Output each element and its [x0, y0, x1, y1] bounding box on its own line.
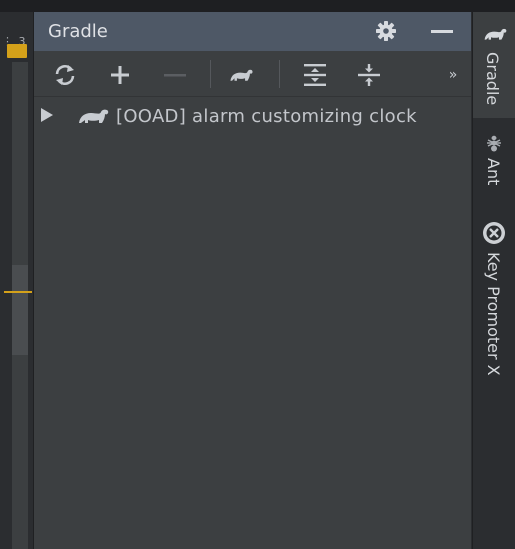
elephant-icon [79, 109, 109, 123]
warning-marker[interactable] [7, 44, 27, 58]
minus-icon [164, 74, 186, 77]
ant-icon [487, 135, 501, 152]
expand-all-button[interactable] [302, 62, 328, 88]
toolbar-separator [210, 60, 211, 88]
plus-icon [111, 66, 129, 84]
gear-icon [376, 21, 396, 41]
tab-gradle[interactable]: Gradle [473, 12, 515, 118]
top-bar [0, 0, 515, 12]
collapse-all-button[interactable] [356, 62, 382, 88]
tree-item-project[interactable]: [OOAD] alarm customizing clock [34, 104, 471, 128]
key-promoter-icon [483, 222, 505, 244]
panel-title: Gradle [48, 21, 108, 42]
settings-button[interactable] [374, 19, 398, 43]
elephant-icon [230, 69, 253, 81]
collapse-all-icon [358, 64, 380, 86]
right-tool-strip: Gradle Ant Key Promoter X [472, 12, 515, 549]
toolbar-separator [279, 60, 280, 88]
reload-all-gradle-projects-button[interactable] [52, 62, 78, 88]
tab-key-promoter-x-label: Key Promoter X [484, 252, 503, 376]
execute-gradle-task-button[interactable] [228, 62, 254, 88]
refresh-icon [55, 65, 75, 85]
chevron-double-right-icon: » [448, 67, 458, 83]
gradle-projects-tree: [OOAD] alarm customizing clock [34, 98, 471, 549]
panel-header: Gradle [34, 12, 471, 51]
tree-item-label: [OOAD] alarm customizing clock [116, 106, 417, 127]
expand-arrow-icon[interactable] [40, 108, 54, 122]
tab-ant-label: Ant [484, 158, 503, 186]
ide-window: ⋮ 3 Gradle » [OOAD] alarm customizing cl… [0, 0, 515, 549]
tab-key-promoter-x[interactable]: Key Promoter X [473, 216, 515, 386]
highlight-line-marker [4, 291, 32, 293]
hide-button[interactable] [430, 19, 454, 43]
elephant-icon [484, 28, 507, 40]
expand-all-icon [304, 64, 326, 86]
scrollbar-thumb[interactable] [12, 265, 28, 355]
link-gradle-project-button[interactable] [107, 62, 133, 88]
panel-toolbar: » [34, 52, 471, 97]
gradle-tool-window: Gradle » [OOAD] alarm customizing clock [34, 12, 471, 549]
minimize-icon [431, 30, 453, 33]
tab-ant[interactable]: Ant [473, 130, 515, 210]
more-actions-button[interactable]: » [440, 62, 466, 88]
tab-gradle-label: Gradle [483, 52, 502, 106]
unlink-gradle-project-button[interactable] [162, 62, 188, 88]
